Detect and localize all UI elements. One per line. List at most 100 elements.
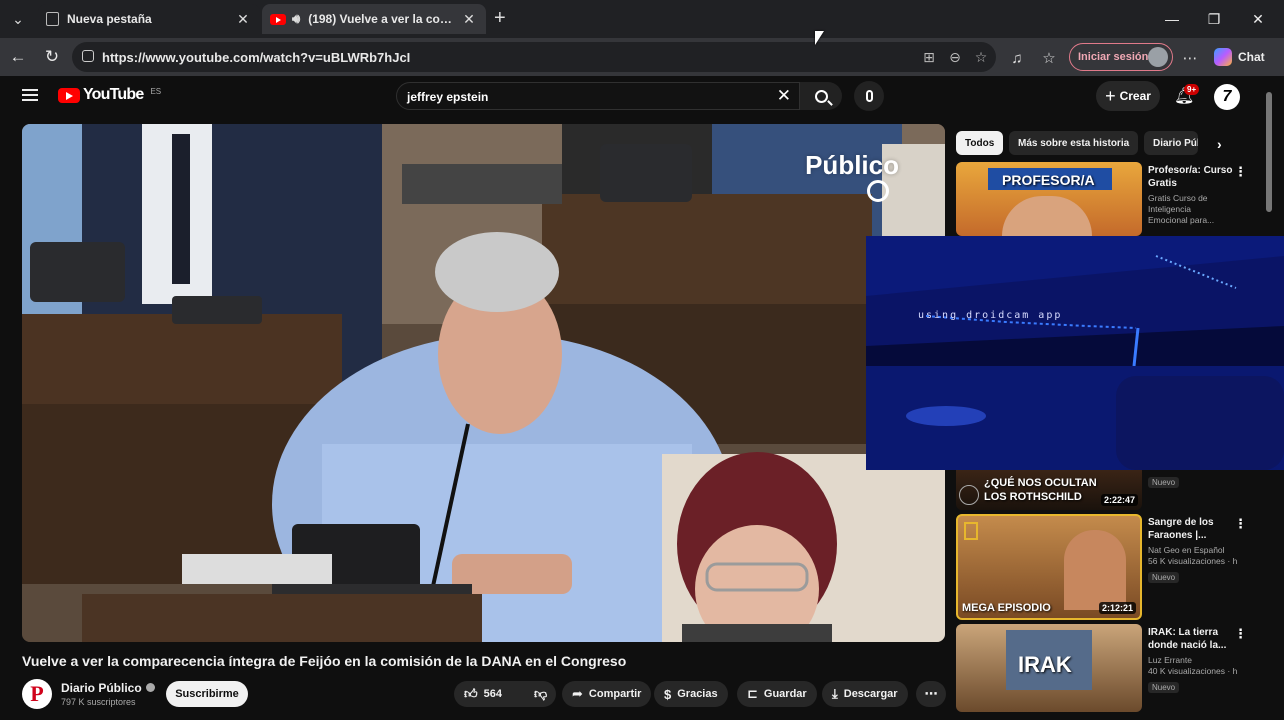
video-thumbnail[interactable]: IRAK bbox=[956, 624, 1142, 712]
download-icon: ⤓ bbox=[832, 686, 838, 701]
scrollbar-thumb[interactable] bbox=[1266, 92, 1272, 212]
thumbnail-caption: IRAK bbox=[1018, 652, 1072, 677]
favorites-icon[interactable]: ☆ bbox=[1038, 47, 1060, 69]
recommendation-views: 40 K visualizaciones · h bbox=[1148, 666, 1238, 676]
chips-next-chevron-icon[interactable]: › bbox=[1217, 136, 1222, 152]
copilot-chat-button[interactable]: Chat bbox=[1210, 44, 1278, 70]
video-thumbnail[interactable]: MEGA EPISODIO 2:12:21 bbox=[956, 514, 1142, 620]
recommendation-title: Profesor/a: Curso Gratis bbox=[1148, 165, 1233, 189]
tab-new-tab[interactable]: Nueva pestaña ✕ bbox=[38, 4, 260, 34]
back-arrow-icon[interactable]: ← bbox=[5, 44, 31, 70]
voice-search-button[interactable] bbox=[854, 81, 884, 111]
save-button[interactable]: ⊏ Guardar bbox=[737, 681, 817, 707]
close-window-icon[interactable]: ✕ bbox=[1238, 6, 1278, 32]
download-label: Descargar bbox=[843, 688, 898, 700]
maximize-window-icon[interactable]: ❐ bbox=[1194, 6, 1234, 32]
signin-button[interactable]: Iniciar sesión bbox=[1069, 43, 1173, 71]
account-avatar[interactable]: 7 bbox=[1214, 84, 1240, 110]
reload-icon[interactable]: ↻ bbox=[39, 44, 65, 70]
like-button[interactable]: 👍︎ 564 bbox=[454, 681, 512, 707]
recommendation-channel: Luz Errante bbox=[1148, 655, 1192, 665]
recommendation-item[interactable]: IRAK IRAK: La tierra donde nació la... L… bbox=[956, 624, 1256, 712]
thumbs-up-icon: 👍︎ bbox=[464, 686, 478, 701]
camera-overlay: using droidcam app bbox=[866, 236, 1284, 470]
url-text: https://www.youtube.com/watch?v=uBLWRb7h… bbox=[102, 50, 411, 65]
recommendation-meta: IRAK: La tierra donde nació la... Luz Er… bbox=[1148, 626, 1244, 695]
publico-watermark: Público bbox=[805, 150, 899, 180]
browser-toolbar: ← ↻ https://www.youtube.com/watch?v=uBLW… bbox=[0, 38, 1284, 76]
camera-frame bbox=[866, 236, 1284, 470]
plus-icon: + bbox=[1105, 86, 1116, 106]
channel-name-link[interactable]: Diario Público bbox=[61, 681, 155, 695]
channel-name: Diario Público bbox=[61, 681, 142, 695]
clear-search-icon[interactable]: ✕ bbox=[777, 86, 791, 106]
create-label: Crear bbox=[1119, 89, 1151, 103]
recommendation-views: 56 K visualizaciones · h bbox=[1148, 556, 1238, 566]
video-title: Vuelve a ver la comparecencia íntegra de… bbox=[22, 653, 627, 669]
youtube-masthead: YouTube ES jeffrey epstein ✕ + Crear 🔔︎ … bbox=[0, 76, 1284, 116]
share-button[interactable]: ➦ Compartir bbox=[562, 681, 652, 707]
thanks-dollar-icon: $ bbox=[664, 686, 672, 702]
more-actions-button[interactable]: ⋯ bbox=[916, 681, 946, 707]
mouse-cursor-icon bbox=[815, 31, 824, 45]
download-button[interactable]: ⤓ Descargar bbox=[822, 681, 908, 707]
search-input[interactable]: jeffrey epstein ✕ bbox=[396, 82, 800, 110]
youtube-favicon-icon bbox=[270, 13, 286, 25]
app-available-icon[interactable]: ⊞ bbox=[920, 48, 938, 66]
new-tab-plus-icon[interactable]: + bbox=[494, 8, 506, 28]
guide-menu-icon[interactable] bbox=[22, 89, 38, 101]
create-button[interactable]: + Crear bbox=[1096, 81, 1160, 111]
chip-mas-sobre-historia[interactable]: Más sobre esta historia bbox=[1009, 131, 1139, 155]
microphone-icon bbox=[865, 90, 873, 102]
thanks-button[interactable]: $ Gracias bbox=[654, 681, 728, 707]
like-dislike-group: 👍︎ 564 👎︎ bbox=[454, 681, 556, 707]
thumbnail-caption: MEGA EPISODIO bbox=[962, 602, 1051, 614]
address-bar[interactable]: https://www.youtube.com/watch?v=uBLWRb7h… bbox=[72, 42, 996, 72]
video-thumbnail[interactable]: PROFESOR/A bbox=[956, 162, 1142, 236]
recommendation-item[interactable]: ¿QUÉ NOS OCULTAN LOS ROTHSCHILD 2:22:47 … bbox=[956, 470, 1256, 510]
video-duration: 2:22:47 bbox=[1100, 494, 1138, 506]
recommendation-item[interactable]: MEGA EPISODIO 2:12:21 Sangre de los Fara… bbox=[956, 514, 1256, 620]
more-vertical-icon[interactable]: ⋮ bbox=[1234, 516, 1247, 532]
channel-avatar[interactable]: P bbox=[22, 679, 52, 709]
new-badge: Nuevo bbox=[1148, 477, 1180, 488]
new-badge: Nuevo bbox=[1148, 572, 1180, 583]
search-button[interactable] bbox=[800, 82, 842, 110]
favorite-star-icon[interactable]: ☆ bbox=[972, 48, 990, 66]
subscribe-button[interactable]: Suscribirme bbox=[166, 681, 248, 707]
youtube-wordmark: YouTube bbox=[83, 86, 144, 103]
video-player[interactable]: Público bbox=[22, 124, 945, 642]
page-scrollbar[interactable] bbox=[1264, 86, 1274, 708]
thanks-label: Gracias bbox=[677, 688, 718, 700]
site-info-icon[interactable] bbox=[82, 50, 94, 62]
tab-list-chevron-icon[interactable]: ⌄ bbox=[6, 7, 30, 31]
tab-youtube-video[interactable]: 🔊︎ (198) Vuelve a ver la comparecencia ✕ bbox=[262, 4, 486, 34]
minimize-window-icon[interactable]: — bbox=[1152, 6, 1192, 32]
audio-playing-icon[interactable]: 🔊︎ bbox=[292, 11, 300, 27]
dislike-button[interactable]: 👎︎ bbox=[524, 681, 557, 707]
tab-title: Nueva pestaña bbox=[67, 12, 152, 26]
chip-diario-publico[interactable]: Diario Público bbox=[1144, 131, 1198, 155]
bookmark-icon: ⊏ bbox=[747, 686, 758, 701]
video-duration: 2:12:21 bbox=[1098, 602, 1136, 614]
new-badge: Nuevo bbox=[1148, 682, 1180, 693]
more-options-icon[interactable]: ⋯ bbox=[1179, 47, 1201, 69]
thumbnail-person bbox=[1064, 530, 1126, 610]
zoom-icon[interactable]: ⊖ bbox=[946, 48, 964, 66]
recommendation-views: Emocional para... bbox=[1148, 215, 1215, 225]
notification-badge: 9+ bbox=[1184, 84, 1200, 95]
more-vertical-icon[interactable]: ⋮ bbox=[1234, 626, 1247, 642]
close-tab-icon[interactable]: ✕ bbox=[460, 10, 478, 28]
close-tab-icon[interactable]: ✕ bbox=[234, 10, 252, 28]
browser-tabstrip: ⌄ Nueva pestaña ✕ 🔊︎ (198) Vuelve a ver … bbox=[0, 0, 1284, 38]
media-control-icon[interactable]: ♫ bbox=[1006, 47, 1028, 69]
subscriber-count: 797 K suscriptores bbox=[61, 697, 136, 707]
channel-logo-icon: P bbox=[30, 681, 44, 706]
copilot-icon bbox=[1214, 48, 1232, 66]
video-thumbnail[interactable]: ¿QUÉ NOS OCULTAN LOS ROTHSCHILD 2:22:47 bbox=[956, 470, 1142, 510]
chip-todos[interactable]: Todos bbox=[956, 131, 1004, 155]
youtube-logo[interactable]: YouTube ES bbox=[58, 86, 161, 104]
recommendation-title: IRAK: La tierra donde nació la... bbox=[1148, 627, 1227, 651]
recommendation-item[interactable]: PROFESOR/A Profesor/a: Curso Gratis Grat… bbox=[956, 162, 1256, 236]
more-vertical-icon[interactable]: ⋮ bbox=[1234, 164, 1247, 180]
